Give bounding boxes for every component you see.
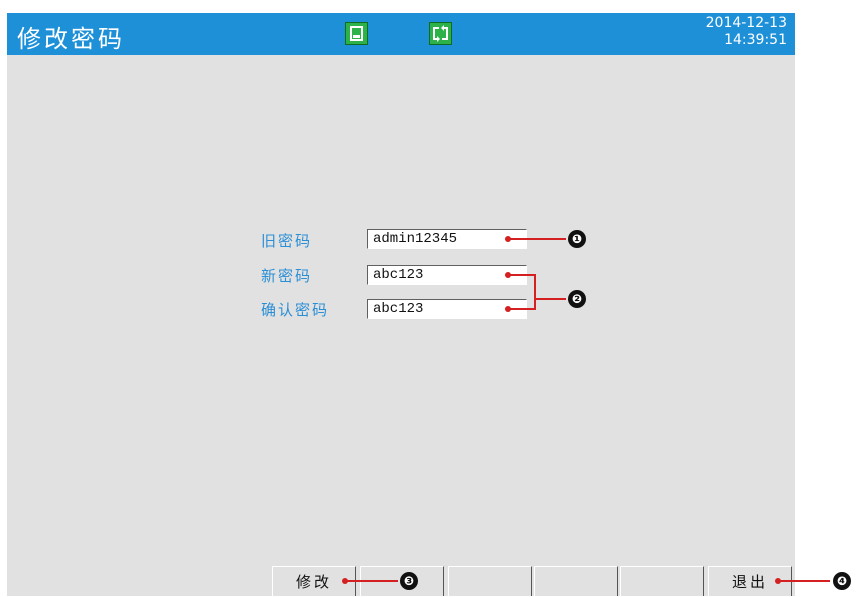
- title-bar: 修改密码 2014-12-13 14:39:51: [7, 13, 795, 55]
- date-text: 2014-12-13: [705, 15, 787, 31]
- callout-3-badge: ❸: [400, 572, 418, 590]
- callout-2-line-b: [508, 308, 535, 310]
- callout-2-badge: ❷: [568, 290, 586, 308]
- sync-icon[interactable]: [429, 22, 452, 45]
- callout-3-line: [345, 580, 398, 582]
- callout-2-line-v: [534, 274, 536, 310]
- callout-4-badge: ❹: [833, 572, 851, 590]
- time-text: 14:39:51: [724, 32, 787, 48]
- callout-1-badge: ❶: [568, 230, 586, 248]
- callout-2-line-c: [534, 298, 566, 300]
- callout-1-line: [508, 238, 566, 240]
- new-password-label: 新密码: [261, 267, 313, 285]
- softkey-4[interactable]: [534, 566, 618, 596]
- softkey-5[interactable]: [620, 566, 704, 596]
- date-time-display: 2014-12-13 14:39:51: [706, 15, 787, 49]
- callout-2-line-a: [508, 274, 535, 276]
- confirm-password-label: 确认密码: [261, 301, 330, 319]
- new-password-field[interactable]: abc123: [367, 265, 527, 285]
- softkey-3[interactable]: [448, 566, 532, 596]
- save-icon[interactable]: [345, 22, 368, 45]
- old-password-label: 旧密码: [261, 232, 313, 250]
- page-title: 修改密码: [17, 25, 125, 53]
- confirm-password-field[interactable]: abc123: [367, 299, 527, 319]
- device-screen: 修改密码 2014-12-13 14:39:51 旧密码 admin12345 …: [7, 13, 795, 596]
- callout-4-line: [778, 580, 830, 582]
- old-password-field[interactable]: admin12345: [367, 229, 527, 249]
